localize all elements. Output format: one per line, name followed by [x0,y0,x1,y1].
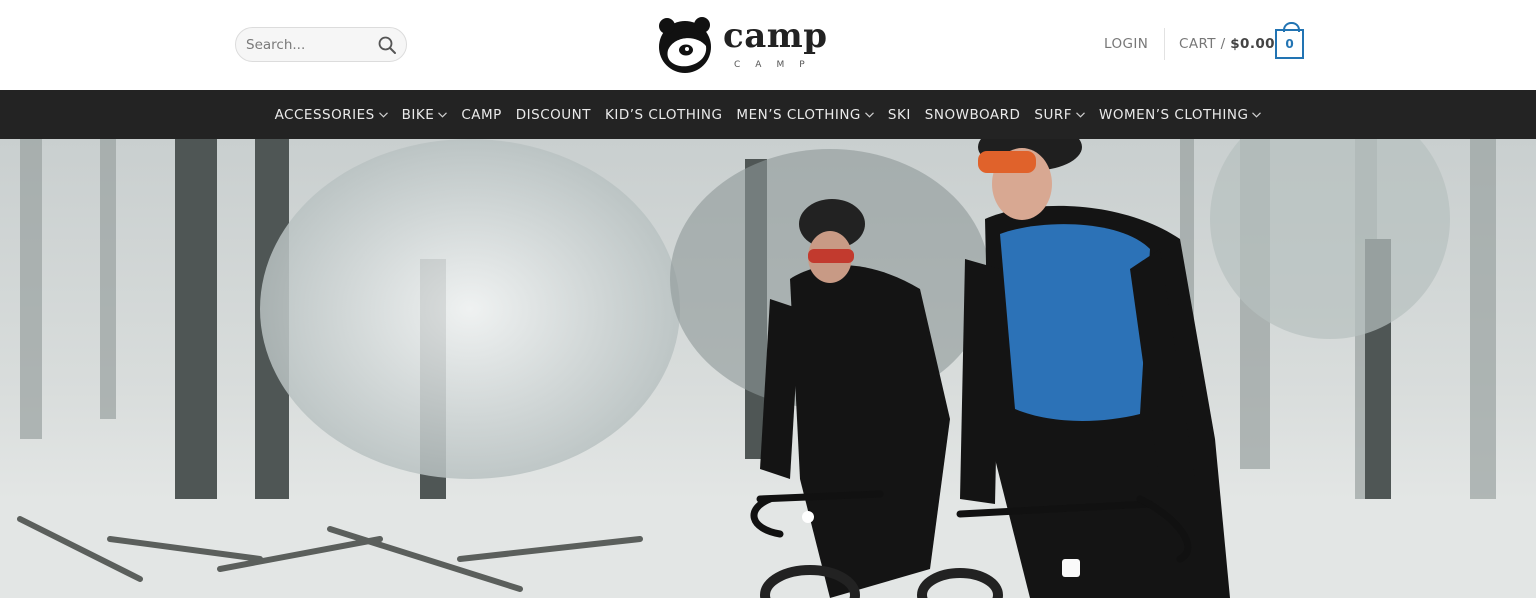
nav-item-label: DISCOUNT [515,106,591,123]
nav-item-label: MEN’S CLOTHING [736,106,861,123]
nav-item-snowboard[interactable]: SNOWBOARD [925,107,1021,123]
chevron-down-icon [1076,111,1085,118]
chevron-down-icon [1252,111,1262,118]
nav-item-label: SKI [887,106,911,123]
nav-item-camp[interactable]: CAMP [461,107,501,123]
nav-item-womens-clothing[interactable]: WOMEN’S CLOTHING [1098,106,1262,123]
hero-image [0,139,1536,598]
hero-banner [0,139,1536,598]
nav-item-ski[interactable]: SKI [888,107,911,123]
cart-label: CART / [1179,36,1226,52]
nav-item-accessories[interactable]: ACCESSORIES [275,107,388,123]
nav-item-bike[interactable]: BIKE [402,107,448,123]
nav-item-label: KID’S CLOTHING [605,106,723,123]
site-logo[interactable]: camp CAMP [656,14,828,76]
shopping-bag-icon[interactable]: 0 [1275,22,1304,59]
nav-item-label: ACCESSORIES [274,106,375,123]
search-box[interactable] [235,27,407,62]
main-nav: ACCESSORIES BIKE CAMP DISCOUNT KID’S CLO… [0,90,1536,139]
site-header: camp CAMP LOGIN CART / $0.00 0 [0,0,1536,90]
header-divider [1164,28,1165,60]
search-input[interactable] [246,35,366,55]
nav-item-kids-clothing[interactable]: KID’S CLOTHING [605,107,722,123]
chevron-down-icon [438,111,448,118]
search-icon[interactable] [377,35,397,55]
nav-item-label: SURF [1034,106,1072,123]
nav-item-surf[interactable]: SURF [1034,107,1085,123]
nav-item-label: SNOWBOARD [924,106,1021,123]
panda-logo-icon [659,17,711,73]
cart-amount: $0.00 [1230,36,1275,52]
nav-item-discount[interactable]: DISCOUNT [516,107,591,123]
nav-item-label: BIKE [401,106,435,123]
chevron-down-icon [864,111,874,118]
cart-link[interactable]: CART / $0.00 [1179,36,1275,52]
chevron-down-icon [378,111,388,118]
nav-item-mens-clothing[interactable]: MEN’S CLOTHING [736,106,874,123]
nav-item-label: CAMP [461,106,502,123]
logo-wordmark: camp [723,16,828,56]
cart-count: 0 [1285,37,1294,51]
logo-subtitle: CAMP [734,60,820,70]
nav-item-label: WOMEN’S CLOTHING [1098,106,1249,123]
login-link[interactable]: LOGIN [1104,36,1148,52]
